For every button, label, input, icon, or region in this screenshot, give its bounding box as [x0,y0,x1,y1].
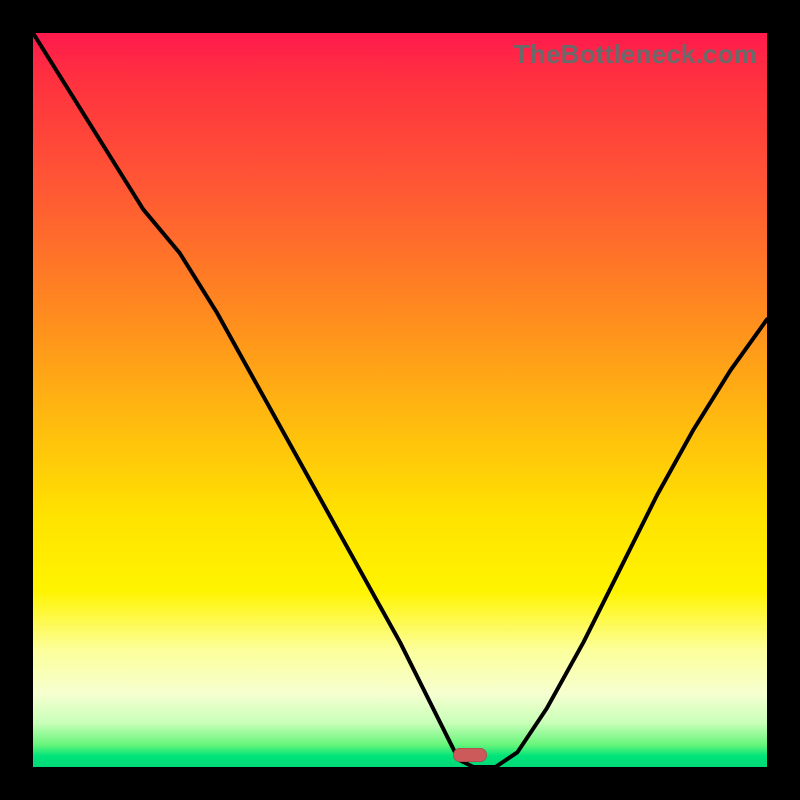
curve-path [33,33,767,767]
plot-area: TheBottleneck.com [33,33,767,767]
chart-frame: TheBottleneck.com [0,0,800,800]
optimal-marker [453,748,487,762]
bottleneck-curve [33,33,767,767]
